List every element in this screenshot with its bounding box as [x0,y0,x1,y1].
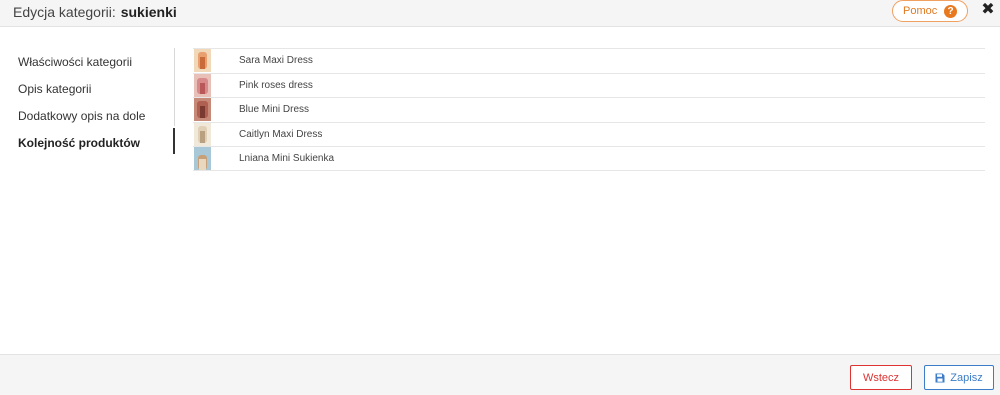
modal-header: Edycja kategorii: sukienki Pomoc ? ✖ [0,0,1000,27]
sidebar-item-label: Właściwości kategorii [18,54,133,69]
sidebar-item-bottom-description[interactable]: Dodatkowy opis na dole [0,102,175,129]
list-item[interactable]: Lniana Mini Sukienka [193,146,985,171]
save-button[interactable]: Zapisz [924,365,994,390]
product-name: Lniana Mini Sukienka [239,153,335,165]
title-label: Edycja kategorii: [13,4,116,20]
product-order-list: Sara Maxi Dress Pink roses dress Blue Mi… [193,48,985,171]
product-name: Blue Mini Dress [239,104,310,116]
sidebar-item-product-order[interactable]: Kolejność produktów [0,129,175,156]
back-button[interactable]: Wstecz [850,365,912,390]
category-name: sukienki [120,4,177,20]
product-thumbnail [194,49,211,73]
list-item[interactable]: Pink roses dress [193,72,985,98]
sidebar-active-indicator [173,128,175,154]
save-button-label: Zapisz [950,371,983,384]
sidebar-divider [174,48,175,126]
help-button[interactable]: Pomoc ? [892,0,968,22]
modal-footer: Wstecz Zapisz [0,354,1000,395]
sidebar-item-label: Dodatkowy opis na dole [18,108,146,123]
sidebar-item-description[interactable]: Opis kategorii [0,75,175,102]
product-name: Caitlyn Maxi Dress [239,129,323,141]
product-thumbnail [194,98,211,122]
product-thumbnail [194,123,211,147]
sidebar-item-label: Opis kategorii [18,81,92,96]
floppy-disk-icon [935,373,945,382]
list-item[interactable]: Sara Maxi Dress [193,48,985,73]
page-title: Edycja kategorii: sukienki [13,4,177,20]
back-button-label: Wstecz [862,371,900,384]
sidebar-item-label: Kolejność produktów [18,135,141,150]
product-name: Sara Maxi Dress [239,55,313,67]
close-icon[interactable]: ✖ [980,2,996,18]
product-thumbnail [194,147,211,171]
sidebar: Właściwości kategorii Opis kategorii Dod… [0,48,175,156]
question-icon: ? [944,5,957,18]
sidebar-item-properties[interactable]: Właściwości kategorii [0,48,175,75]
help-label: Pomoc [903,5,938,17]
list-item[interactable]: Blue Mini Dress [193,97,985,122]
product-thumbnail [194,73,211,97]
list-item[interactable]: Caitlyn Maxi Dress [193,121,985,147]
product-name: Pink roses dress [239,79,313,91]
